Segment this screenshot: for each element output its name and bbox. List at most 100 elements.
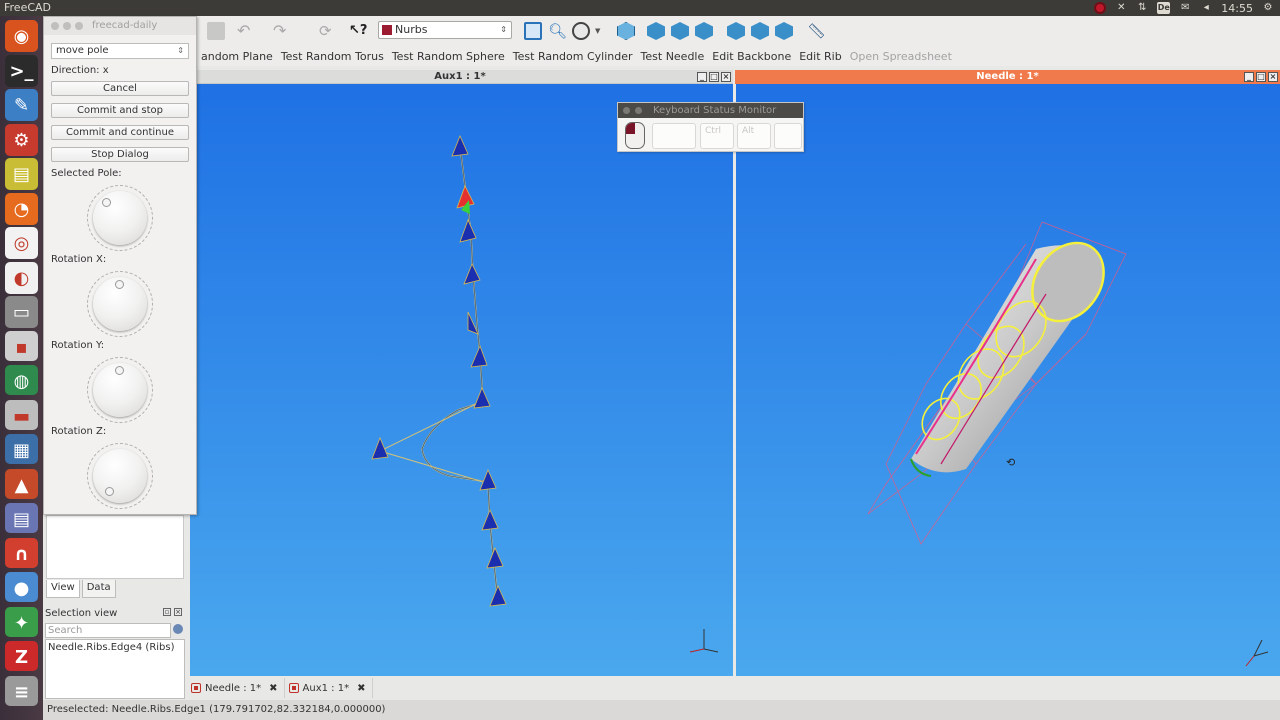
close-icon[interactable]: × [721, 72, 731, 82]
minimize-icon[interactable]: _ [1244, 72, 1254, 82]
needle-3d-view[interactable]: ⟲ [736, 84, 1280, 676]
transfer-icon[interactable]: ⇅ [1136, 2, 1148, 14]
minimize-icon[interactable] [63, 22, 71, 30]
clear-search-icon[interactable] [173, 624, 183, 634]
measure-icon[interactable]: 📏︎ [807, 22, 826, 40]
aux-3d-view[interactable] [190, 84, 733, 676]
close-icon[interactable] [623, 107, 630, 114]
rotation-z-dial[interactable] [93, 449, 147, 503]
close-icon[interactable] [51, 22, 59, 30]
command-test-random-torus[interactable]: Test Random Torus [277, 50, 388, 63]
pole-marker[interactable] [481, 508, 499, 531]
command-andom-plane[interactable]: andom Plane [197, 50, 277, 63]
network-icon[interactable]: ✕ [1115, 2, 1127, 14]
app-icon[interactable]: ▪ [5, 330, 38, 361]
blender-icon[interactable]: ◐ [5, 261, 38, 294]
rotation-x-dial[interactable] [93, 277, 147, 331]
maximize-icon[interactable]: □ [709, 72, 719, 82]
workbench-select[interactable]: Nurbs ⇕ [378, 21, 512, 39]
whats-this-icon[interactable]: ↖? [349, 22, 367, 40]
pole-marker[interactable] [486, 546, 504, 569]
refresh-icon[interactable]: ⟳ [319, 22, 337, 40]
mail-icon[interactable]: ✉ [1179, 2, 1191, 14]
float-icon[interactable]: ▫ [163, 608, 171, 616]
paste-icon[interactable] [207, 22, 225, 40]
view-front-icon[interactable] [647, 22, 665, 40]
keyboard-layout-indicator[interactable]: De [1157, 2, 1171, 14]
firefox-icon[interactable]: ◔ [5, 192, 38, 225]
view-right-icon[interactable] [695, 22, 713, 40]
app-icon[interactable]: ∩ [5, 537, 38, 568]
power-gear-icon[interactable]: ⚙ [1262, 2, 1274, 14]
tab-view[interactable]: View [46, 580, 80, 598]
terminal-icon[interactable]: >_ [5, 54, 38, 87]
cancel-button[interactable]: Cancel [51, 81, 189, 96]
list-item[interactable]: Needle.Ribs.Edge4 (Ribs) [48, 642, 182, 653]
files-icon[interactable]: ▭ [5, 296, 38, 328]
pole-marker[interactable] [459, 218, 477, 243]
minimize-icon[interactable] [635, 107, 642, 114]
command-edit-rib[interactable]: Edit Rib [795, 50, 845, 63]
fit-all-icon[interactable] [524, 22, 542, 40]
undo-icon[interactable]: ↶ [237, 22, 255, 40]
command-edit-backbone[interactable]: Edit Backbone [708, 50, 795, 63]
app-icon[interactable]: ▤ [5, 503, 38, 533]
command-test-needle[interactable]: Test Needle [637, 50, 709, 63]
chevron-down-icon[interactable]: ▼ [595, 22, 613, 40]
view-rear-icon[interactable] [727, 22, 745, 40]
chrome-icon[interactable]: ◎ [5, 227, 38, 259]
app-icon[interactable]: ≡ [5, 675, 38, 706]
command-test-random-sphere[interactable]: Test Random Sphere [388, 50, 509, 63]
record-icon[interactable] [1094, 2, 1107, 14]
view-bottom-icon[interactable] [751, 22, 769, 40]
maximize-icon[interactable]: □ [1256, 72, 1266, 82]
ruler-icon[interactable]: ▤ [5, 158, 38, 190]
stop-dialog-button[interactable]: Stop Dialog [51, 147, 189, 162]
commit-and-continue-button[interactable]: Commit and continue [51, 125, 189, 140]
clock[interactable]: 14:55 [1221, 2, 1253, 15]
pole-marker[interactable] [489, 584, 507, 607]
app-icon[interactable]: Z [5, 641, 38, 671]
dialog-title-bar[interactable]: freecad-daily [44, 17, 196, 35]
tab-data[interactable]: Data [81, 580, 116, 598]
maximize-icon[interactable] [75, 22, 83, 30]
selection-search-input[interactable]: Search [45, 623, 171, 638]
app-icon[interactable]: ▦ [5, 434, 38, 464]
view-top-icon[interactable] [671, 22, 689, 40]
pole-dial[interactable] [93, 191, 147, 245]
mode-select[interactable]: move pole ⇕ [51, 43, 189, 59]
close-icon[interactable]: ✖ [269, 683, 277, 694]
ksm-title-bar[interactable]: Keyboard Status Monitor [618, 103, 803, 118]
pole-marker[interactable] [479, 468, 497, 491]
browser-icon[interactable]: ✎ [5, 89, 38, 121]
close-icon[interactable]: × [1268, 72, 1278, 82]
command-test-random-cylinder[interactable]: Test Random Cylinder [509, 50, 637, 63]
view-tab[interactable]: Needle : 1* ✖ [187, 678, 285, 698]
fit-selection-icon[interactable]: 🔍︎ [548, 22, 567, 40]
close-icon[interactable]: × [174, 608, 182, 616]
minimize-icon[interactable]: _ [697, 72, 707, 82]
pole-marker[interactable] [463, 263, 481, 285]
app-icon[interactable]: ▬ [5, 399, 38, 430]
selection-list[interactable]: Needle.Ribs.Edge4 (Ribs) [45, 639, 185, 699]
keyboard-status-monitor[interactable]: Keyboard Status Monitor Ctrl Alt [617, 102, 804, 152]
ubuntu-logo-icon[interactable]: ◉ [5, 20, 38, 52]
settings-icon[interactable]: ⚙ [5, 123, 38, 156]
view-left-icon[interactable] [775, 22, 793, 40]
model-tree[interactable] [46, 515, 184, 579]
pole-marker[interactable] [473, 386, 491, 409]
rotation-y-dial[interactable] [93, 363, 147, 417]
app-icon[interactable]: ● [5, 572, 38, 602]
volume-icon[interactable]: ◂ [1200, 2, 1212, 14]
pole-marker[interactable] [470, 344, 488, 368]
view-isometric-icon[interactable] [617, 22, 635, 40]
close-icon[interactable]: ✖ [357, 683, 365, 694]
view-tab[interactable]: Aux1 : 1* ✖ [285, 678, 373, 698]
app-icon[interactable]: ▲ [5, 468, 38, 499]
pole-marker[interactable] [451, 134, 469, 157]
redo-icon[interactable]: ↷ [273, 22, 291, 40]
draw-style-icon[interactable] [572, 22, 590, 40]
app-icon[interactable]: ◍ [5, 365, 38, 395]
commit-and-stop-button[interactable]: Commit and stop [51, 103, 189, 118]
app-icon[interactable]: ✦ [5, 606, 38, 637]
